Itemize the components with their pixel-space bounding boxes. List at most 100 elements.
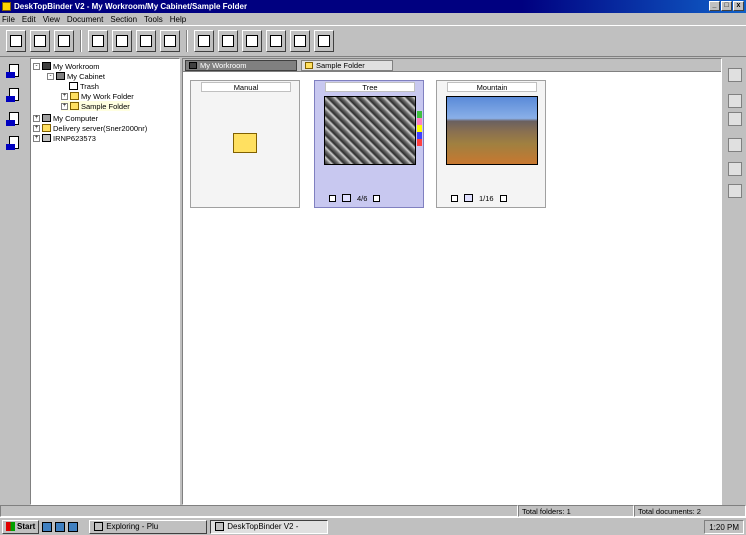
toolbar-pen-button[interactable]	[266, 30, 286, 52]
channels-icon[interactable]	[68, 521, 79, 532]
maximize-button[interactable]: □	[721, 1, 732, 11]
menu-document[interactable]: Document	[67, 15, 103, 24]
toolbar-print-button[interactable]	[218, 30, 238, 52]
toolbar-new-button[interactable]	[6, 30, 26, 52]
workroom-icon	[42, 62, 51, 70]
explorer-icon	[94, 522, 104, 531]
printer-icon[interactable]	[728, 162, 742, 176]
print-icon	[222, 35, 234, 47]
tree-item-my-computer[interactable]: + My Computer	[33, 113, 98, 123]
toolbar-open-button[interactable]	[30, 30, 50, 52]
toolbar-small-icons-button[interactable]	[112, 30, 132, 52]
toolbar-list-button[interactable]	[136, 30, 156, 52]
toolbar-scan-button[interactable]	[242, 30, 262, 52]
toolbar-large-icons-button[interactable]	[88, 30, 108, 52]
card-title: Mountain	[447, 82, 537, 92]
desktopbinder-icon	[215, 522, 225, 531]
expand-icon[interactable]: +	[33, 134, 40, 142]
status-message	[0, 505, 518, 517]
menu-help[interactable]: Help	[170, 15, 186, 24]
tool-icon[interactable]	[728, 112, 742, 126]
workroom-icon	[189, 62, 197, 69]
tree-item-sample-folder[interactable]: + Sample Folder	[61, 101, 130, 111]
toolbar-properties-button[interactable]	[54, 30, 74, 52]
task-exploring[interactable]: Exploring - Plu	[89, 519, 208, 534]
browser-icon[interactable]	[55, 521, 66, 532]
toolbar-details-button[interactable]	[160, 30, 180, 52]
previous-page-icon[interactable]	[329, 194, 336, 202]
document-thumbnail[interactable]	[446, 96, 538, 165]
card-title: Tree	[325, 82, 415, 92]
previous-page-icon[interactable]	[451, 194, 458, 202]
folder-tree: - My Workroom - My Cabinet Trash + My Wo…	[30, 58, 180, 505]
tree-item-irnp[interactable]: + IRNP623573	[33, 133, 96, 143]
expand-icon[interactable]: +	[61, 92, 68, 100]
tree-item-my-workroom[interactable]: - My Workroom	[33, 61, 100, 71]
large-icons-icon	[92, 35, 104, 47]
new-binder-icon[interactable]	[728, 68, 742, 82]
system-clock[interactable]: 1:20 PM	[704, 520, 744, 534]
tree-item-my-work-folder[interactable]: + My Work Folder	[61, 91, 134, 101]
send-document-icon[interactable]	[6, 136, 22, 152]
toolbar-tools-button[interactable]	[290, 30, 310, 52]
scan-document-icon[interactable]	[6, 88, 22, 104]
next-page-icon[interactable]	[373, 194, 381, 202]
expand-icon[interactable]: +	[61, 102, 68, 110]
small-icons-icon	[116, 35, 128, 47]
close-button[interactable]: x	[733, 1, 744, 11]
drive-icon	[42, 134, 51, 142]
link-icon[interactable]	[728, 138, 742, 152]
sort-icon	[318, 35, 330, 47]
collapse-icon[interactable]: -	[47, 72, 54, 80]
task-desktopbinder[interactable]: DeskTopBinder V2 -	[210, 519, 329, 534]
menu-view[interactable]: View	[43, 15, 60, 24]
menu-tools[interactable]: Tools	[144, 15, 163, 24]
next-page-icon[interactable]	[499, 194, 507, 202]
tree-item-label: My Workroom	[53, 61, 100, 71]
expand-icon[interactable]: +	[33, 124, 40, 132]
tree-item-label: Delivery server(Sner2000nr)	[53, 123, 148, 133]
app-icon[interactable]	[2, 2, 11, 11]
right-tool-strip	[724, 58, 746, 505]
card-footer: 1/16	[451, 193, 541, 203]
tree-item-trash[interactable]: Trash	[69, 81, 99, 91]
new-document-icon	[10, 35, 22, 47]
folder-icon	[70, 92, 79, 100]
tree-item-label: Sample Folder	[81, 101, 130, 111]
fax-document-icon[interactable]	[6, 112, 22, 128]
list-view-icon	[140, 35, 152, 47]
binder-card-mountain[interactable]: Mountain 1/16	[436, 80, 546, 208]
tools-icon	[294, 35, 306, 47]
tree-item-delivery-server[interactable]: + Delivery server(Sner2000nr)	[33, 123, 147, 133]
tab-label: Sample Folder	[316, 61, 365, 70]
document-thumbnail[interactable]	[324, 96, 416, 165]
binder-icon	[34, 35, 46, 47]
location-tabs: My Workroom Sample Folder	[183, 59, 721, 72]
user-icon[interactable]	[728, 184, 742, 198]
minimize-button[interactable]: _	[709, 1, 720, 11]
title-bar: DeskTopBinder V2 - My Workroom/My Cabine…	[0, 0, 746, 13]
tab-my-workroom[interactable]: My Workroom	[185, 60, 297, 71]
tree-item-label: My Computer	[53, 113, 99, 123]
tab-sample-folder[interactable]: Sample Folder	[301, 60, 393, 71]
menu-file[interactable]: File	[2, 15, 15, 24]
server-icon	[42, 124, 51, 132]
open-folder-icon	[70, 102, 79, 110]
import-document-icon[interactable]	[6, 64, 22, 80]
menu-edit[interactable]: Edit	[22, 15, 36, 24]
viewer-icon	[198, 35, 210, 47]
collapse-icon[interactable]: -	[33, 62, 40, 70]
binder-card-tree[interactable]: Tree 4/6	[314, 80, 424, 208]
desktop-icon[interactable]	[42, 521, 53, 532]
tree-item-my-cabinet[interactable]: - My Cabinet	[47, 71, 105, 81]
cabinet-icon	[56, 72, 65, 80]
search-icon[interactable]	[728, 94, 742, 108]
status-total-documents: Total documents: 2	[634, 505, 746, 517]
menu-section[interactable]: Section	[110, 15, 137, 24]
start-button[interactable]: Start	[2, 519, 40, 534]
toolbar-sort-button[interactable]	[314, 30, 334, 52]
expand-icon[interactable]: +	[33, 114, 40, 122]
section-tabs[interactable]	[417, 111, 422, 146]
toolbar-viewer-button[interactable]	[194, 30, 214, 52]
binder-card-manual[interactable]: Manual	[190, 80, 300, 208]
